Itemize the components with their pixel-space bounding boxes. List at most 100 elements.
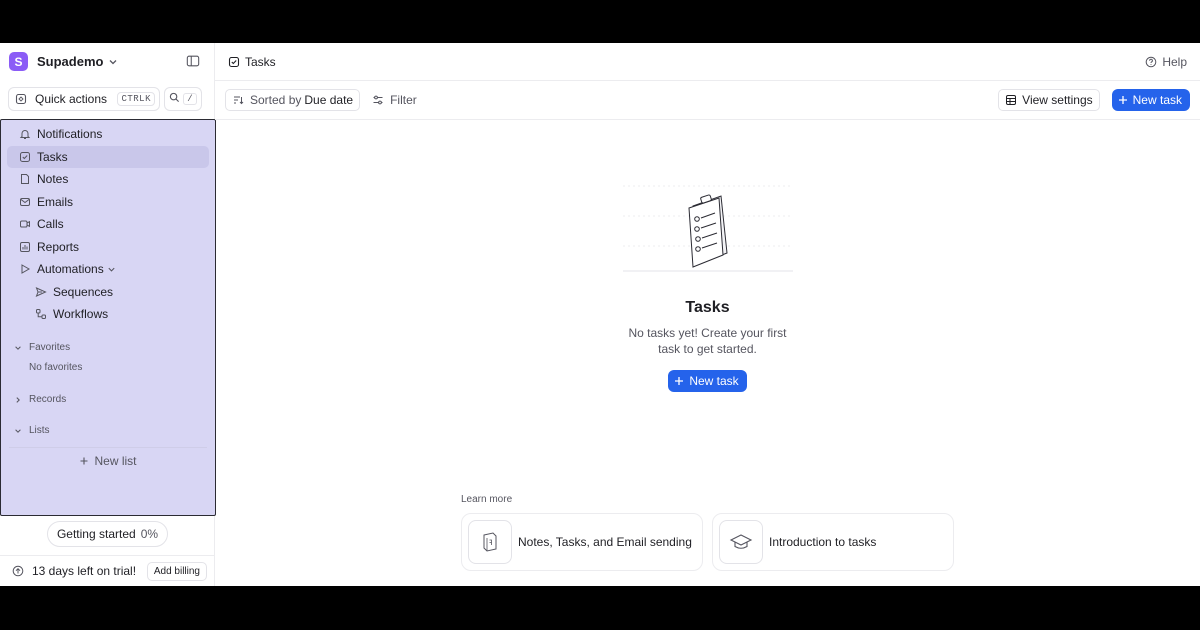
sidebar-item-label: Workflows [53,307,109,322]
search-button[interactable]: / [164,87,202,111]
filter-button[interactable]: Filter [372,93,417,107]
sidebar-item-label: Emails [37,194,74,209]
card-label: Notes, Tasks, and Email sending [518,535,692,549]
mail-icon [19,196,31,208]
lists-header[interactable]: Lists [1,421,215,441]
sidebar-item-label: Automations [37,262,104,277]
learn-card-notes-tasks-email[interactable]: Notes, Tasks, and Email sending [461,513,703,571]
chevron-down-icon [14,344,22,352]
quick-actions-shortcut: CTRLK [117,92,155,106]
workflow-icon [35,308,47,320]
empty-state: Tasks No tasks yet! Create your first ta… [215,183,1200,392]
new-list-label: New list [94,454,137,468]
checkbox-icon [19,151,31,163]
search-icon [169,92,180,106]
bell-icon [19,128,31,140]
main-content: Tasks Help Sorted by Due date Filter Vie… [215,43,1200,586]
quick-actions-button[interactable]: Quick actions CTRLK [8,87,160,111]
send-icon [35,286,47,298]
sidebar-item-automations[interactable]: Automations [7,258,209,281]
sidebar-item-workflows[interactable]: Workflows [7,303,209,326]
page-title: Tasks [245,54,276,69]
empty-state-title: Tasks [685,299,730,316]
empty-state-new-task-button[interactable]: New task [668,370,747,392]
sidebar: S Supademo Quick actions CTRLK / Notific… [0,43,216,586]
view-toolbar: Sorted by Due date Filter View settings [215,81,1200,120]
getting-started-percent: 0% [140,527,159,541]
new-task-label: New task [1132,93,1182,107]
workspace-name: Supademo [37,54,104,69]
learn-card-introduction[interactable]: Introduction to tasks [712,513,954,571]
sidebar-item-sequences[interactable]: Sequences [7,281,209,304]
chevron-down-icon [108,57,118,67]
card-thumbnail [468,520,512,564]
video-call-icon [19,218,31,230]
sidebar-item-emails[interactable]: Emails [7,191,209,214]
play-icon [19,263,31,275]
filter-label: Filter [390,93,417,107]
sort-value: Due date [304,93,354,107]
favorites-empty: No favorites [29,362,83,373]
new-task-button[interactable]: New task [1111,89,1190,111]
sidebar-item-label: Calls [37,217,64,232]
sidebar-item-tasks[interactable]: Tasks [7,145,209,168]
learn-more-label: Learn more [461,494,513,505]
new-list-button[interactable]: New list [9,446,207,469]
page-header: Tasks Help [215,43,1200,81]
graduation-cap-icon [729,530,753,554]
sidebar-item-notifications[interactable]: Notifications [7,123,209,146]
sidebar-item-label: Reports [37,239,80,254]
sidebar-item-label: Sequences [53,284,114,299]
sidebar-item-label: Notes [37,172,69,187]
quick-actions-row: Quick actions CTRLK / [0,87,214,111]
table-icon [1005,94,1017,106]
workspace-logo: S [9,52,28,71]
sort-button[interactable]: Sorted by Due date [225,89,361,111]
quick-actions-icon [15,93,27,105]
empty-state-button-label: New task [689,374,739,388]
sidebar-item-label: Notifications [37,127,103,142]
chevron-right-icon [14,396,22,404]
sidebar-item-reports[interactable]: Reports [7,236,209,259]
chevron-down-icon [107,265,116,274]
help-icon [1145,56,1157,68]
chevron-down-icon [14,427,22,435]
sidebar-toggle-icon[interactable] [186,54,202,70]
help-button[interactable]: Help [1145,55,1187,69]
sidebar-item-label: Tasks [37,149,68,164]
card-label: Introduction to tasks [769,535,877,549]
app-window: S Supademo Quick actions CTRLK / Notific… [0,43,1200,586]
filter-icon [372,94,384,106]
letterbox-top [0,0,1200,43]
help-label: Help [1162,54,1187,69]
plus-icon [674,376,684,386]
plus-icon [1118,95,1128,105]
trial-text: 13 days left on trial! [32,564,137,578]
records-label: Records [29,394,67,405]
add-billing-button[interactable]: Add billing [146,561,207,581]
records-header[interactable]: Records [1,390,215,410]
sidebar-nav: Notifications Tasks Notes Emails Calls R… [0,119,216,516]
chart-icon [19,241,31,253]
note-icon [19,173,31,185]
trial-banner: 13 days left on trial! Add billing [0,555,215,586]
card-thumbnail [719,520,763,564]
document-icon [478,530,502,554]
upgrade-icon [12,565,24,577]
view-settings-button[interactable]: View settings [998,89,1100,111]
favorites-label: Favorites [29,342,71,353]
getting-started-label: Getting started [56,527,136,541]
getting-started-button[interactable]: Getting started 0% [47,521,168,547]
sidebar-item-notes[interactable]: Notes [7,168,209,191]
lists-label: Lists [29,425,50,436]
sort-icon [232,94,244,106]
checkbox-icon [228,56,240,68]
plus-icon [79,456,89,466]
clipboard-illustration-icon [622,183,793,273]
workspace-switcher[interactable]: S Supademo [0,43,214,80]
search-shortcut: / [183,93,197,105]
favorites-header[interactable]: Favorites [1,338,215,358]
sort-prefix: Sorted by [250,93,302,107]
sidebar-item-calls[interactable]: Calls [7,213,209,236]
empty-state-subtitle: No tasks yet! Create your first task to … [628,326,787,356]
